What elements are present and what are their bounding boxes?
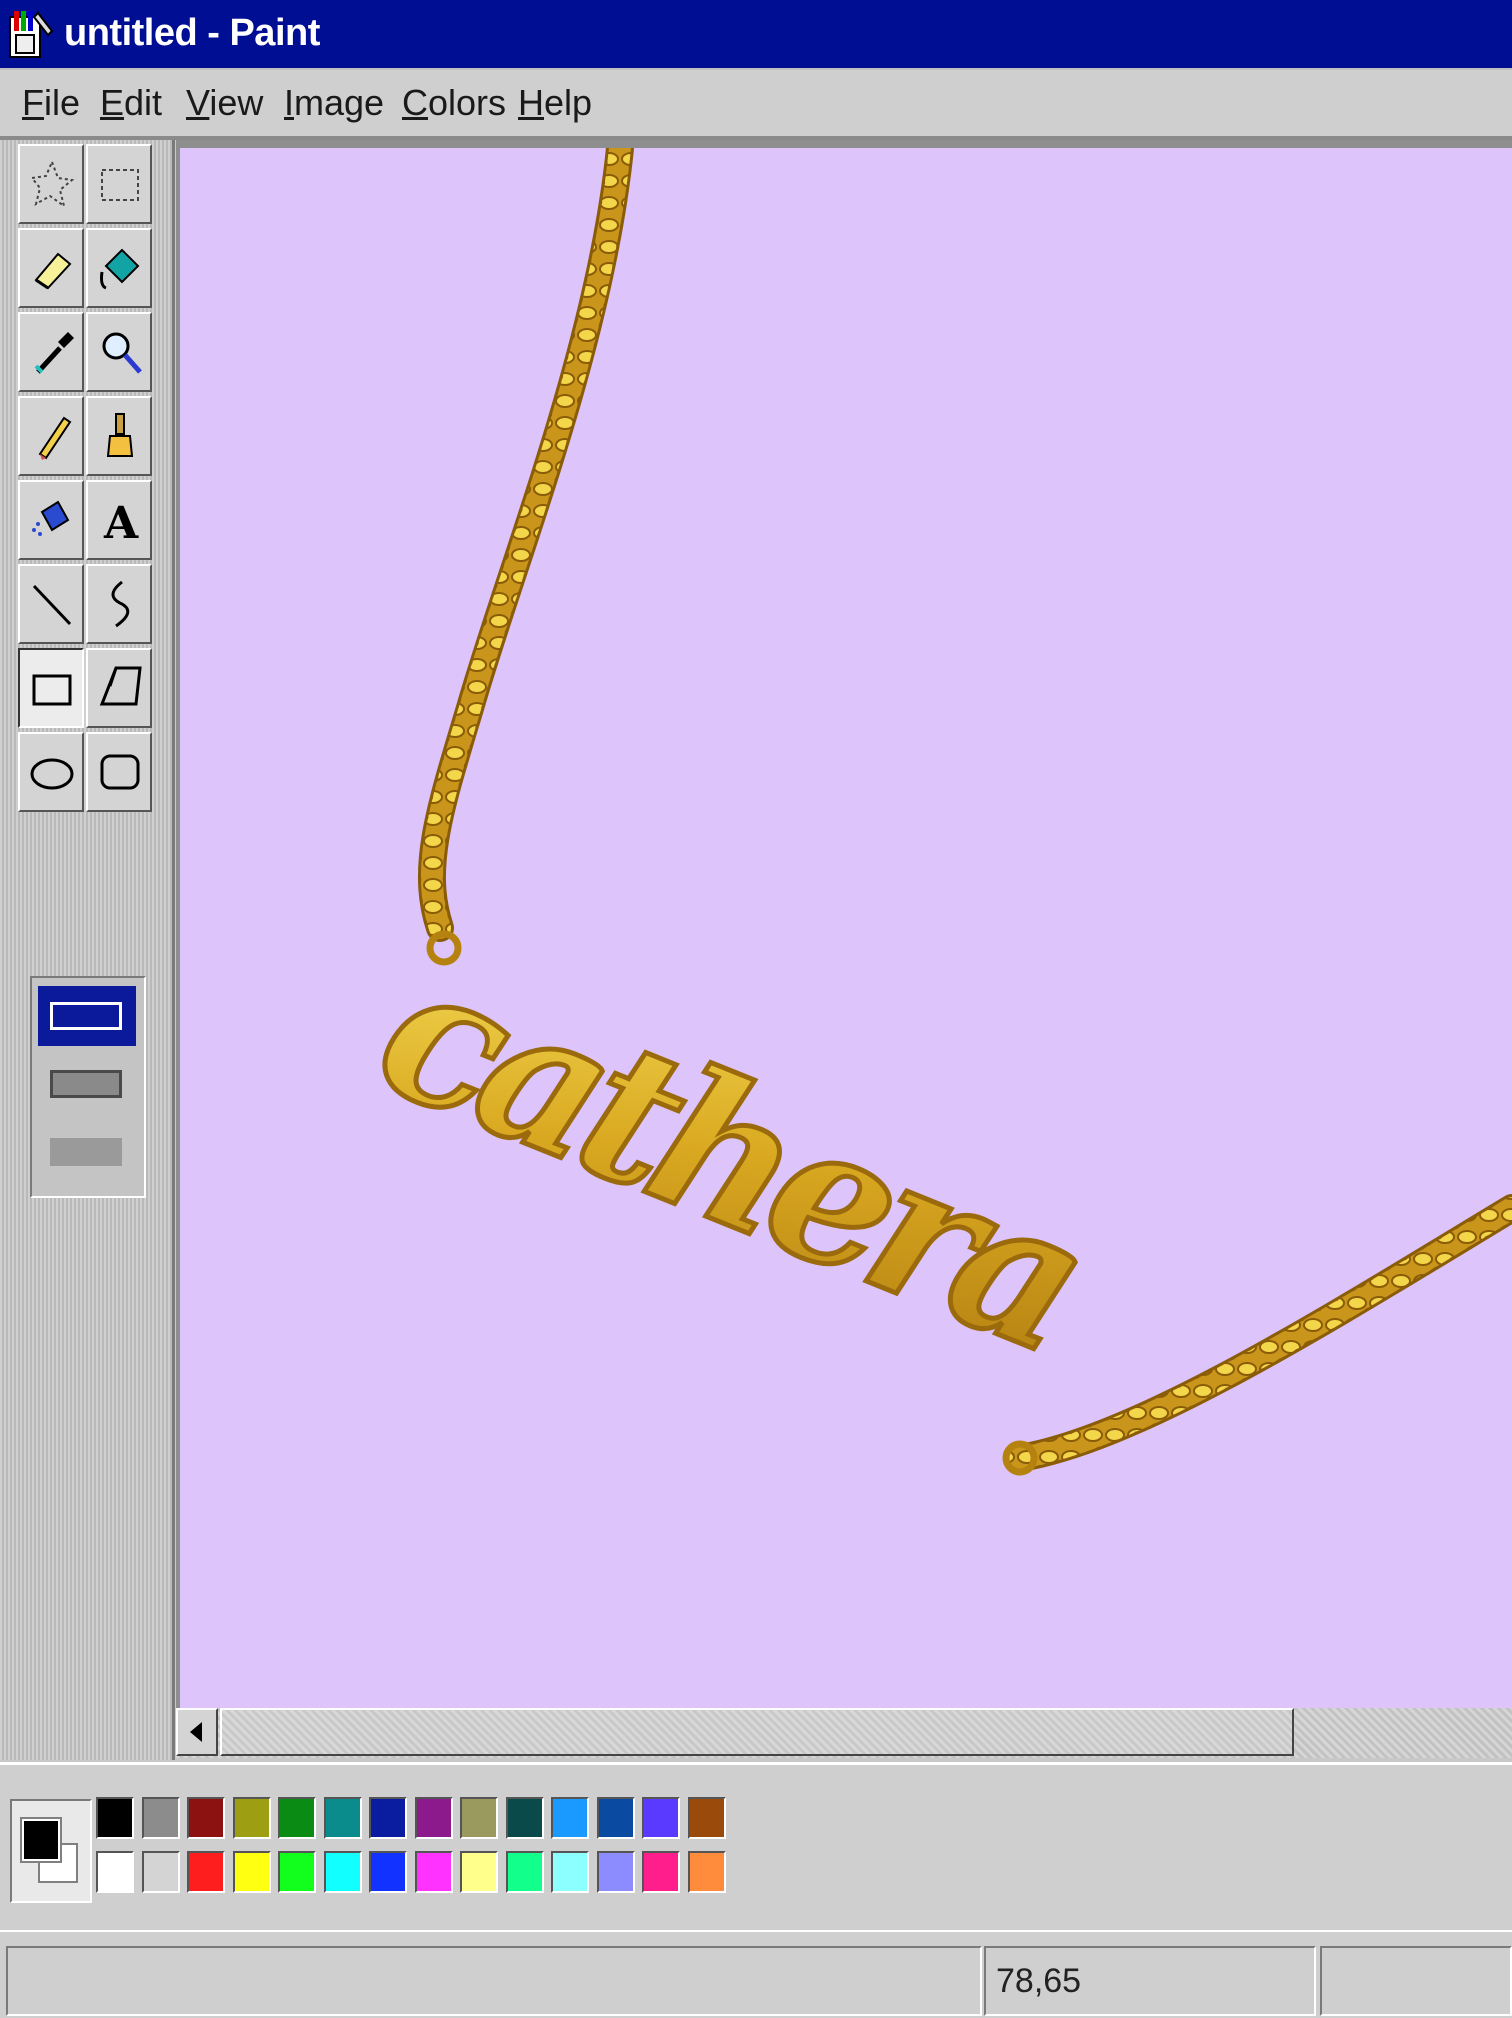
palette-swatch[interactable] (96, 1797, 134, 1839)
tool-polygon[interactable] (86, 648, 152, 728)
rect-select-icon (101, 169, 139, 201)
option-outline-fill[interactable] (38, 1054, 136, 1114)
arrow-left-icon (190, 1722, 202, 1742)
palette-swatch[interactable] (141, 1797, 180, 1839)
palette-swatch[interactable] (187, 1797, 225, 1839)
tool-options (30, 976, 146, 1198)
status-coordinates: 78,65 (984, 1946, 1316, 2016)
palette-swatch[interactable] (414, 1797, 453, 1839)
scroll-left-button[interactable] (176, 1708, 218, 1756)
palette-swatch[interactable] (551, 1797, 589, 1839)
tool-eraser[interactable] (18, 228, 84, 308)
svg-text:cathera: cathera (352, 915, 1108, 1393)
palette-swatch[interactable] (460, 1851, 498, 1893)
palette-swatch[interactable] (642, 1797, 680, 1839)
tool-magnifier[interactable] (86, 312, 152, 392)
drawing-canvas[interactable]: cathera (180, 148, 1512, 1708)
tool-box: A (0, 140, 175, 1760)
menu-image[interactable]: Image (284, 82, 384, 124)
tool-free-form-select[interactable] (18, 144, 84, 224)
menu-bar: File Edit View Image Colors Help (0, 70, 1512, 140)
palette-swatch[interactable] (369, 1851, 407, 1893)
pencil-icon (38, 416, 72, 460)
palette-swatch[interactable] (323, 1851, 362, 1893)
tool-rounded-rectangle[interactable] (86, 732, 152, 812)
paint-app-icon (9, 11, 54, 58)
necklace-image: cathera (349, 148, 1512, 1476)
tool-airbrush[interactable] (18, 480, 84, 560)
palette-swatch[interactable] (687, 1797, 726, 1839)
color-picker-icon (34, 332, 74, 374)
menu-help[interactable]: Help (518, 82, 592, 124)
palette-swatch[interactable] (596, 1797, 635, 1839)
palette-swatch[interactable] (687, 1851, 726, 1893)
palette-swatch[interactable] (505, 1797, 544, 1839)
palette-swatch[interactable] (96, 1851, 134, 1893)
menu-file[interactable]: File (22, 82, 80, 124)
tool-line[interactable] (18, 564, 84, 644)
text-icon: A (103, 498, 139, 548)
coords-text: 78,65 (996, 1962, 1082, 2000)
tool-curve[interactable] (86, 564, 152, 644)
status-size (1320, 1946, 1512, 2016)
palette-swatch[interactable] (460, 1797, 498, 1839)
menu-colors[interactable]: Colors (402, 82, 506, 124)
option-fill[interactable] (38, 1122, 136, 1182)
palette-swatch[interactable] (414, 1851, 453, 1893)
palette-swatch[interactable] (232, 1851, 271, 1893)
brush-icon (106, 413, 134, 457)
free-form-select-icon (30, 159, 75, 209)
palette-swatch[interactable] (232, 1797, 271, 1839)
eraser-icon (34, 252, 72, 290)
canvas-area: cathera (176, 140, 1512, 1710)
svg-text:A: A (103, 498, 139, 548)
tool-rectangle[interactable] (18, 648, 84, 728)
tool-fill-bucket[interactable] (86, 228, 152, 308)
polygon-icon (99, 666, 142, 706)
status-help-text (6, 1946, 982, 2016)
palette-swatch[interactable] (505, 1851, 544, 1893)
palette-swatch[interactable] (323, 1797, 362, 1839)
palette-swatch[interactable] (278, 1797, 316, 1839)
tool-ellipse[interactable] (18, 732, 84, 812)
rectangle-icon (32, 674, 72, 706)
fill-bucket-icon (100, 248, 140, 290)
rounded-rectangle-icon (100, 754, 140, 790)
tool-rect-select[interactable] (86, 144, 152, 224)
menu-edit[interactable]: Edit (100, 82, 162, 124)
option-outline[interactable] (38, 986, 136, 1046)
window-title: untitled - Paint (64, 12, 320, 54)
paint-window: untitled - Paint File Edit View Image Colors… (0, 0, 1512, 2018)
magnifier-icon (102, 332, 142, 374)
name-pendant: cathera (349, 912, 1110, 1395)
tool-pencil[interactable] (18, 396, 84, 476)
palette-swatch[interactable] (278, 1851, 316, 1893)
palette-swatch[interactable] (187, 1851, 225, 1893)
status-bar: 78,65 (0, 1930, 1512, 2018)
line-icon (32, 584, 72, 626)
palette-swatch[interactable] (551, 1851, 589, 1893)
palette-swatch[interactable] (369, 1797, 407, 1839)
menu-view[interactable]: View (186, 82, 263, 124)
palette-swatch[interactable] (596, 1851, 635, 1893)
tool-text[interactable]: A (86, 480, 152, 560)
ellipse-icon (30, 758, 74, 790)
tool-brush[interactable] (86, 396, 152, 476)
palette-swatch[interactable] (642, 1851, 680, 1893)
scroll-thumb[interactable] (220, 1708, 1294, 1756)
horizontal-scrollbar[interactable] (176, 1708, 1512, 1758)
curve-icon (111, 580, 130, 628)
foreground-color (20, 1817, 62, 1863)
tool-color-picker[interactable] (18, 312, 84, 392)
airbrush-icon (32, 500, 70, 536)
color-box (0, 1762, 1512, 1931)
current-colors[interactable] (10, 1799, 92, 1903)
palette-swatch[interactable] (141, 1851, 180, 1893)
title-bar[interactable]: untitled - Paint (0, 0, 1512, 70)
